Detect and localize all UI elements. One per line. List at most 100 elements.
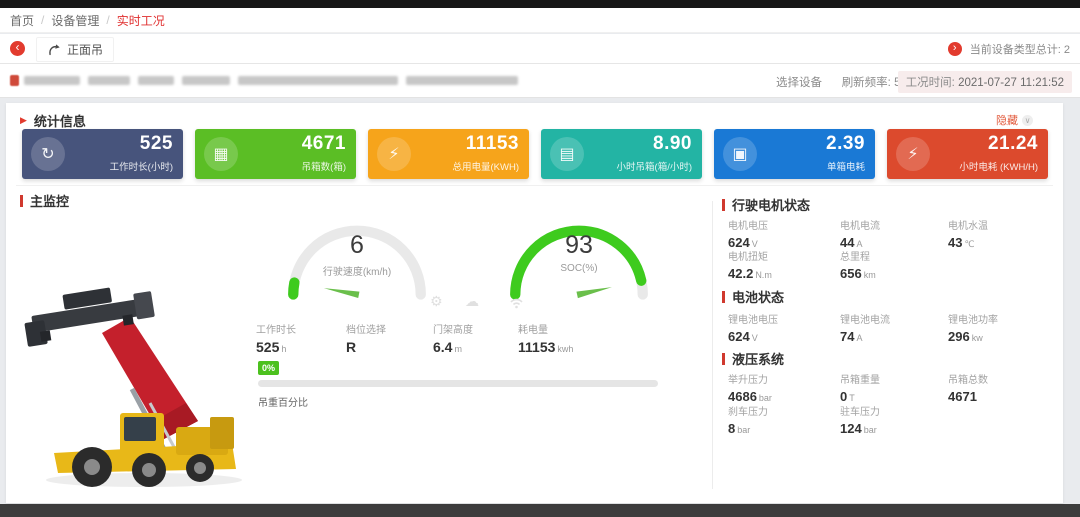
parking-pressure: 驻车压力 124bar (840, 403, 880, 436)
breadcrumb-separator: / (106, 13, 109, 27)
battery-status-header: 电池状态 (722, 287, 784, 306)
main-panel: ▶ 统计信息 隐藏 ∨ ↻ 525 工作时长(小时) ▦ 4671 吊箱数(箱)… (6, 103, 1063, 503)
working-condition-time: 工况时间: 2021-07-27 11:21:52 (898, 71, 1072, 93)
back-button[interactable]: ‹ (10, 41, 25, 56)
reach-stacker-image (14, 271, 269, 496)
stat-value: 8.90 (653, 133, 692, 155)
stat-label: 小时电耗 (KWH/H) (959, 159, 1038, 173)
crane-hook-icon (47, 43, 61, 57)
cloud-icon: ☁ (465, 293, 479, 310)
select-device-button[interactable]: 选择设备 (776, 74, 822, 90)
hydraulic-system-header: 液压系统 (722, 349, 784, 368)
hourly-energy-icon: ⚡ (896, 137, 930, 171)
stat-card-hourly-energy: ⚡ 21.24 小时电耗 (KWH/H) (887, 129, 1048, 179)
stat-label: 吊箱数(箱) (302, 159, 346, 173)
section-bar-icon (722, 291, 725, 303)
stat-value: 525 (140, 133, 173, 155)
section-bar-icon (722, 199, 725, 211)
redacted-device-text (406, 76, 518, 85)
gear-icon: ⚙ (430, 293, 443, 310)
stat-value: 2.39 (826, 133, 865, 155)
window-bottom-strip (0, 504, 1080, 517)
container-total: 吊箱总数 4671 (948, 371, 988, 404)
hide-stats-link[interactable]: 隐藏 ∨ (996, 112, 1033, 128)
stat-label: 总用电量(KWH) (453, 159, 520, 173)
per-container-energy-icon: ▣ (723, 137, 757, 171)
device-info-bar: 选择设备 刷新频率: 5秒 工况时间: 2021-07-27 11:21:52 (0, 64, 1080, 98)
divider (16, 185, 1053, 186)
section-bar-icon (722, 353, 725, 365)
wifi-icon (509, 297, 524, 309)
total-mileage: 总里程 656km (840, 248, 876, 281)
device-type-total-text: 当前设备类型总计: 2 (970, 41, 1070, 57)
stat-label: 小时吊箱(箱/小时) (617, 159, 692, 173)
breadcrumb-home[interactable]: 首页 (10, 12, 34, 29)
speed-gauge: 6 行驶速度(km/h) (282, 209, 432, 304)
breadcrumb: 首页 / 设备管理 / 实时工况 (0, 8, 1080, 33)
time-value: 2021-07-27 11:21:52 (958, 77, 1064, 89)
back-icon: ‹ (16, 40, 20, 54)
breadcrumb-device-management[interactable]: 设备管理 (51, 12, 99, 29)
device-marker-icon (10, 75, 19, 86)
stat-cards: ↻ 525 工作时长(小时) ▦ 4671 吊箱数(箱) ⚡ 11153 总用电… (22, 129, 1048, 179)
progress-badge: 0% (258, 361, 279, 375)
stats-title: 统计信息 (34, 111, 86, 130)
battery-voltage: 锂电池电压 624V (728, 311, 778, 344)
stat-card-energy-per-container: ▣ 2.39 单箱电耗 (714, 129, 875, 179)
section-bar-icon (20, 195, 23, 207)
battery-current: 锂电池电流 74A (840, 311, 890, 344)
redacted-device-text (24, 76, 80, 85)
stats-section-header: ▶ 统计信息 (20, 111, 86, 130)
stat-card-work-hours: ↻ 525 工作时长(小时) (22, 129, 183, 179)
speed-value: 6 (282, 231, 432, 260)
motor-current: 电机电流 44A (840, 217, 880, 250)
breadcrumb-separator: / (41, 13, 44, 27)
energy-meter-icon: ⚡ (377, 137, 411, 171)
container-weight: 吊箱重量 0T (840, 371, 880, 404)
time-label: 工况时间: (906, 77, 955, 89)
stat-card-container-count: ▦ 4671 吊箱数(箱) (195, 129, 356, 179)
hourly-container-icon: ▤ (550, 137, 584, 171)
speed-label: 行驶速度(km/h) (282, 263, 432, 278)
battery-power: 锂电池功率 296kw (948, 311, 998, 344)
tab-label: 正面吊 (67, 41, 103, 58)
metric-mast-height: 门架高度 6.4m (433, 321, 473, 355)
chevron-down-icon: ∨ (1022, 115, 1033, 126)
lift-pressure: 举升压力 4686bar (728, 371, 772, 404)
redacted-device-text (88, 76, 130, 85)
forward-icon[interactable]: › (948, 42, 962, 56)
tab-reach-stacker[interactable]: 正面吊 (36, 37, 114, 62)
soc-value: 93 (504, 231, 654, 260)
soc-label: SOC(%) (504, 263, 654, 274)
breadcrumb-realtime-status: 实时工况 (117, 12, 165, 29)
metric-energy-used: 耗电量 11153kwh (518, 321, 573, 355)
tab-bar: ‹ 正面吊 › 当前设备类型总计: 2 (0, 34, 1080, 64)
stat-value: 21.24 (988, 133, 1038, 155)
refresh-rate-label: 刷新频率: (842, 77, 891, 89)
progress-label: 吊重百分比 (258, 394, 308, 409)
motor-voltage: 电机电压 624V (728, 217, 768, 250)
stat-card-total-energy: ⚡ 11153 总用电量(KWH) (368, 129, 529, 179)
redacted-device-text (182, 76, 230, 85)
stat-card-hourly-containers: ▤ 8.90 小时吊箱(箱/小时) (541, 129, 702, 179)
metric-gear-selection: 档位选择 R (346, 321, 386, 355)
motor-torque: 电机扭矩 42.2N.m (728, 248, 772, 281)
lift-weight-progress-bar (258, 380, 658, 387)
drive-motor-header: 行驶电机状态 (722, 195, 810, 214)
stat-label: 单箱电耗 (827, 159, 865, 173)
redacted-device-text (238, 76, 398, 85)
stat-value: 4671 (302, 133, 346, 155)
hide-label: 隐藏 (996, 112, 1018, 128)
divider (712, 201, 713, 489)
clock-refresh-icon: ↻ (31, 137, 65, 171)
metric-work-hours: 工作时长 525h (256, 321, 296, 355)
monitor-section-header: 主监控 (20, 191, 69, 210)
section-marker-icon: ▶ (20, 115, 27, 126)
device-type-total: › 当前设备类型总计: 2 (948, 41, 1070, 57)
window-top-strip (0, 0, 1080, 8)
redacted-device-text (138, 76, 174, 85)
motor-water-temp: 电机水温 43℃ (948, 217, 988, 250)
container-count-icon: ▦ (204, 137, 238, 171)
brake-pressure: 刹车压力 8bar (728, 403, 768, 436)
stat-value: 11153 (466, 133, 519, 155)
